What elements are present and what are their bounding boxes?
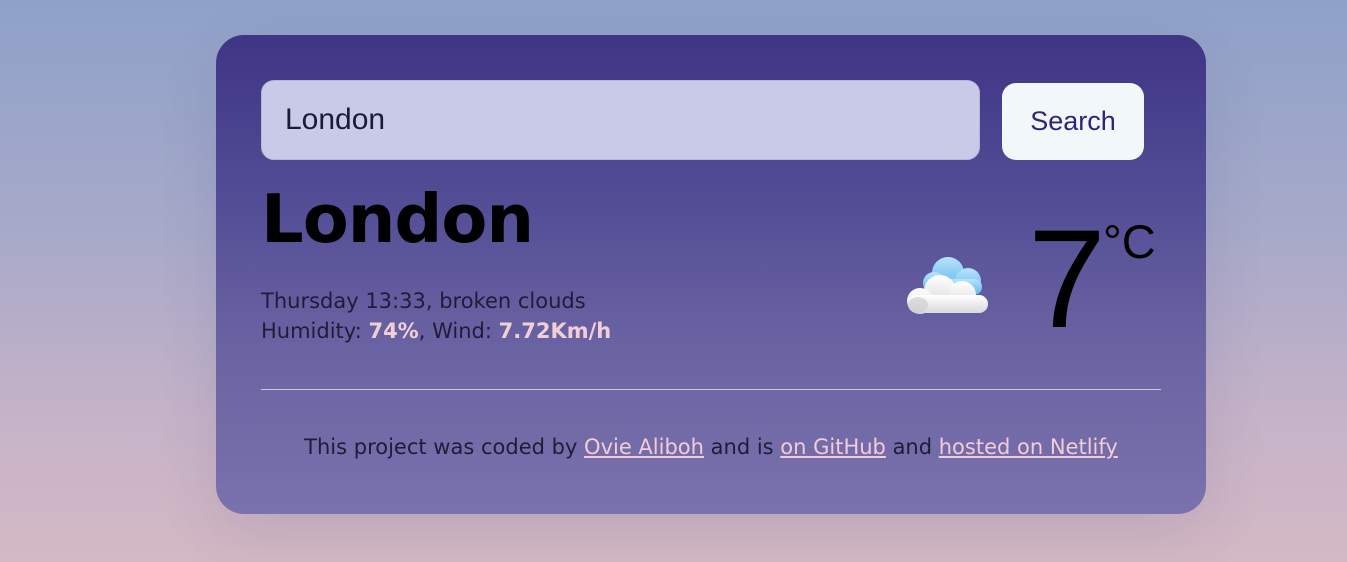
weather-description: broken clouds (439, 289, 586, 313)
temperature-unit: °C (1103, 215, 1156, 268)
footer-text: and (885, 435, 939, 459)
search-button[interactable]: Search (1002, 83, 1144, 160)
footer-text: and is (703, 435, 781, 459)
weather-card: Search London Thursday 13:33, broken clo… (216, 35, 1206, 514)
search-input[interactable] (261, 80, 980, 160)
github-link[interactable]: on GitHub (780, 435, 886, 459)
city-name: London (261, 180, 534, 258)
wind-label: Wind: (432, 319, 492, 343)
humidity-label: Humidity: (261, 319, 362, 343)
netlify-link[interactable]: hosted on Netlify (939, 435, 1118, 459)
date-description-line: Thursday 13:33, broken clouds (261, 289, 586, 313)
cloud-icon (898, 247, 998, 317)
day-time: Thursday 13:33 (261, 289, 426, 313)
humidity-wind-line: Humidity: 74%, Wind: 7.72Km/h (261, 319, 612, 343)
footer: This project was coded by Ovie Aliboh an… (216, 435, 1206, 459)
divider (261, 389, 1161, 390)
humidity-value: 74% (368, 319, 419, 343)
footer-text: This project was coded by (304, 435, 585, 459)
weather-details: Thursday 13:33, broken clouds Humidity: … (261, 286, 611, 346)
wind-value: 7.72Km/h (498, 319, 612, 343)
author-link[interactable]: Ovie Aliboh (584, 435, 704, 459)
temperature-value: 7 (1028, 200, 1106, 357)
